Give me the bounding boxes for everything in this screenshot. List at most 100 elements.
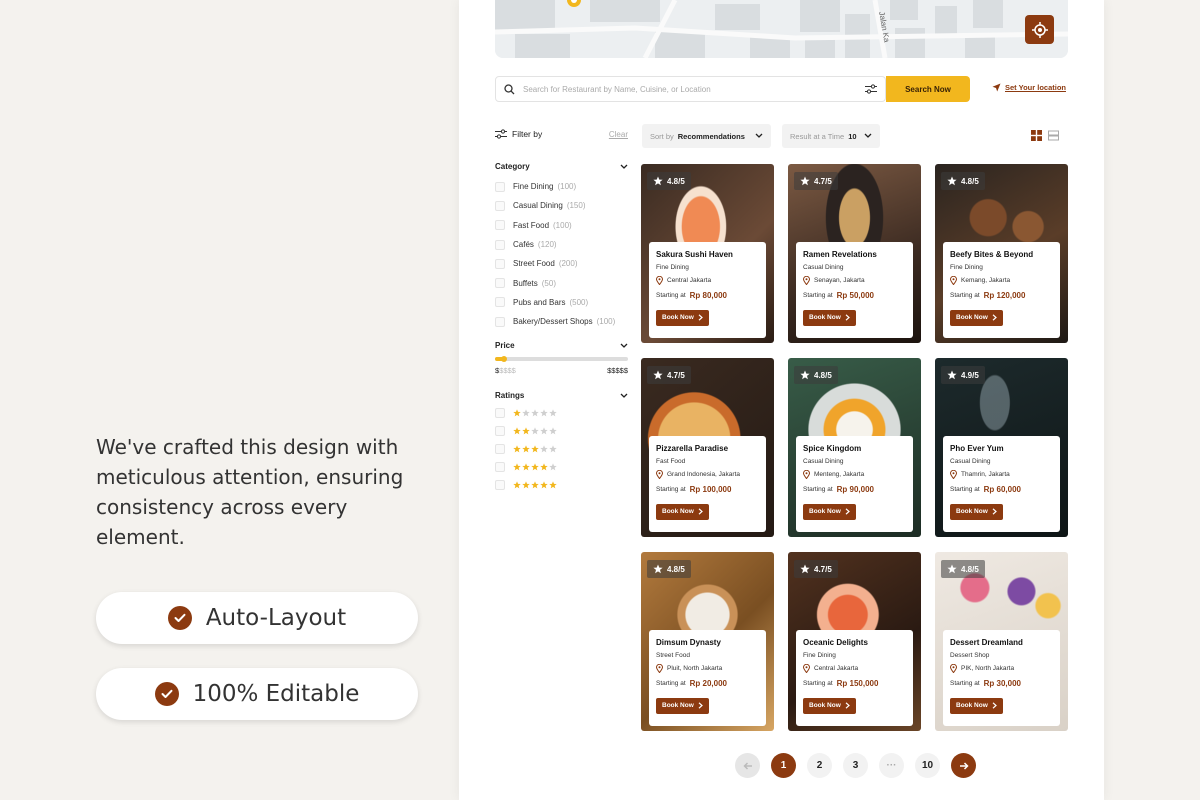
restaurant-grid: 4.8/5 Sakura Sushi Haven Fine Dining Cen… xyxy=(641,164,1068,731)
ratings-section-header[interactable]: Ratings xyxy=(495,391,628,400)
restaurant-card[interactable]: 4.9/5 Pho Ever Yum Casual Dining Thamrin… xyxy=(935,358,1068,537)
category-option[interactable]: Fast Food (100) xyxy=(495,216,628,235)
restaurant-card[interactable]: 4.7/5 Ramen Revelations Casual Dining Se… xyxy=(788,164,921,343)
restaurant-card[interactable]: 4.8/5 Spice Kingdom Casual Dining Menten… xyxy=(788,358,921,537)
rating-stars xyxy=(513,481,557,489)
rating-value: 4.7/5 xyxy=(814,564,832,574)
restaurant-card[interactable]: 4.7/5 Pizzarella Paradise Fast Food Gran… xyxy=(641,358,774,537)
checkbox[interactable] xyxy=(495,220,505,231)
rating-option[interactable] xyxy=(495,476,628,494)
star-icon xyxy=(800,176,810,186)
category-option[interactable]: Cafés (120) xyxy=(495,235,628,254)
restaurant-info: Pho Ever Yum Casual Dining Thamrin, Jaka… xyxy=(943,436,1060,532)
category-count: (50) xyxy=(541,278,556,288)
restaurant-name: Pho Ever Yum xyxy=(950,444,1004,453)
book-now-button[interactable]: Book Now xyxy=(803,309,856,326)
search-field[interactable]: Search for Restaurant by Name, Cuisine, … xyxy=(495,76,886,102)
navigation-arrow-icon xyxy=(992,83,1001,92)
search-input[interactable]: Search for Restaurant by Name, Cuisine, … xyxy=(523,85,865,94)
set-location-link[interactable]: Set Your location xyxy=(992,83,1066,92)
price-value: Rp 150,000 xyxy=(836,679,879,688)
price-range-labels: $$$$$ $$$$$ xyxy=(495,366,628,375)
checkbox[interactable] xyxy=(495,480,505,491)
checkbox[interactable] xyxy=(495,462,505,473)
category-option[interactable]: Fine Dining (100) xyxy=(495,177,628,196)
price-slider-handle[interactable] xyxy=(500,356,507,363)
checkbox[interactable] xyxy=(495,258,505,269)
filter-sidebar: Category Fine Dining (100) Casual Dining… xyxy=(495,162,628,494)
clear-filters-link[interactable]: Clear xyxy=(609,130,628,139)
list-view-icon[interactable] xyxy=(1048,130,1059,141)
star-icon xyxy=(800,564,810,574)
restaurant-card[interactable]: 4.8/5 Dessert Dreamland Dessert Shop PIK… xyxy=(935,552,1068,731)
page-button[interactable]: 1 xyxy=(771,753,796,778)
checkbox[interactable] xyxy=(495,426,505,437)
sort-dropdown[interactable]: Sort by Recommendations xyxy=(642,124,771,148)
star-icon xyxy=(653,370,663,380)
locate-button[interactable] xyxy=(1025,15,1054,44)
star-icon xyxy=(549,481,557,489)
checkbox[interactable] xyxy=(495,181,505,192)
book-now-button[interactable]: Book Now xyxy=(656,503,709,520)
restaurant-info: Spice Kingdom Casual Dining Menteng, Jak… xyxy=(796,436,913,532)
category-section-header[interactable]: Category xyxy=(495,162,628,171)
category-count: (120) xyxy=(537,240,557,250)
book-now-button[interactable]: Book Now xyxy=(803,503,856,520)
restaurant-card[interactable]: 4.8/5 Beefy Bites & Beyond Fine Dining K… xyxy=(935,164,1068,343)
checkbox[interactable] xyxy=(495,297,505,308)
map-view[interactable]: Jalan Ka xyxy=(495,0,1068,58)
search-button[interactable]: Search Now xyxy=(886,76,970,102)
restaurant-card[interactable]: 4.8/5 Sakura Sushi Haven Fine Dining Cen… xyxy=(641,164,774,343)
feature-label: Auto-Layout xyxy=(205,605,347,631)
results-per-page-dropdown[interactable]: Result at a Time 10 xyxy=(782,124,880,148)
location-text: Kemang, Jakarta xyxy=(961,277,1011,284)
previous-page-button[interactable] xyxy=(735,753,760,778)
book-now-label: Book Now xyxy=(662,314,694,321)
rating-option[interactable] xyxy=(495,404,628,422)
category-option[interactable]: Pubs and Bars (500) xyxy=(495,293,628,312)
page-button[interactable]: 10 xyxy=(915,753,940,778)
book-now-button[interactable]: Book Now xyxy=(950,309,1003,326)
checkbox[interactable] xyxy=(495,444,505,455)
restaurant-card[interactable]: 4.7/5 Oceanic Delights Fine Dining Centr… xyxy=(788,552,921,731)
category-option[interactable]: Bakery/Dessert Shops (100) xyxy=(495,312,628,331)
price-slider[interactable] xyxy=(495,356,628,363)
category-option[interactable]: Buffets (50) xyxy=(495,273,628,292)
rating-value: 4.9/5 xyxy=(961,370,979,380)
book-now-button[interactable]: Book Now xyxy=(656,309,709,326)
checkbox[interactable] xyxy=(495,278,505,289)
page-button[interactable]: 3 xyxy=(843,753,868,778)
feature-pill-auto-layout: Auto-Layout xyxy=(96,592,418,644)
grid-view-icon[interactable] xyxy=(1031,130,1042,141)
next-page-button[interactable] xyxy=(951,753,976,778)
result-value: 10 xyxy=(848,131,857,141)
category-count: (150) xyxy=(566,201,586,211)
starting-at-label: Starting at xyxy=(950,680,980,687)
location-text: Central Jakarta xyxy=(667,277,712,284)
book-now-button[interactable]: Book Now xyxy=(950,697,1003,714)
price-value: Rp 80,000 xyxy=(689,291,727,300)
rating-option[interactable] xyxy=(495,440,628,458)
checkbox[interactable] xyxy=(495,200,505,211)
rating-option[interactable] xyxy=(495,458,628,476)
book-now-button[interactable]: Book Now xyxy=(950,503,1003,520)
price-value: Rp 20,000 xyxy=(689,679,727,688)
book-now-button[interactable]: Book Now xyxy=(803,697,856,714)
location-text: Central Jakarta xyxy=(814,665,859,672)
restaurant-card[interactable]: 4.8/5 Dimsum Dynasty Street Food Pluit, … xyxy=(641,552,774,731)
page-number: 2 xyxy=(816,760,823,771)
filter-settings-icon[interactable] xyxy=(865,84,877,94)
checkbox[interactable] xyxy=(495,408,505,419)
rating-option[interactable] xyxy=(495,422,628,440)
checkbox[interactable] xyxy=(495,316,505,327)
category-option[interactable]: Casual Dining (150) xyxy=(495,196,628,215)
chevron-right-icon xyxy=(845,508,850,515)
location-pin-icon xyxy=(656,470,663,479)
price-section-header[interactable]: Price xyxy=(495,341,628,350)
category-option[interactable]: Street Food (200) xyxy=(495,254,628,273)
book-now-button[interactable]: Book Now xyxy=(656,697,709,714)
page-button[interactable]: 2 xyxy=(807,753,832,778)
checkbox[interactable] xyxy=(495,239,505,250)
star-icon xyxy=(513,427,521,435)
starting-at-label: Starting at xyxy=(656,486,686,493)
